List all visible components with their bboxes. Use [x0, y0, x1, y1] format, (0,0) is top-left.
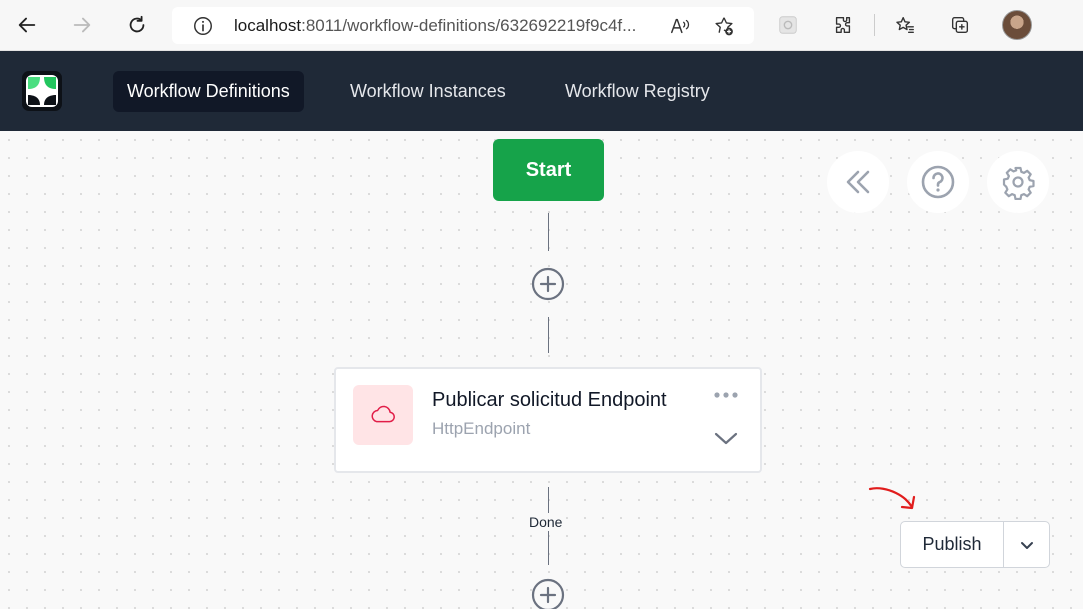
- publish-options-toggle[interactable]: [1004, 522, 1049, 567]
- double-chevron-left-icon: [846, 170, 870, 194]
- start-node[interactable]: Start: [493, 139, 604, 201]
- activity-icon-container: [353, 385, 413, 445]
- browser-toolbar: localhost:8011/workflow-definitions/6326…: [0, 0, 1083, 51]
- puzzle-icon[interactable]: [830, 12, 856, 38]
- settings-button[interactable]: [987, 151, 1049, 213]
- help-button[interactable]: [907, 151, 969, 213]
- activity-title: Publicar solicitud Endpoint: [432, 389, 667, 411]
- activity-type: HttpEndpoint: [432, 419, 531, 438]
- star-add-icon[interactable]: [712, 14, 736, 38]
- forward-icon[interactable]: [67, 10, 97, 40]
- nav-workflow-definitions[interactable]: Workflow Definitions: [113, 71, 304, 112]
- annotation-arrow-icon: [868, 487, 916, 510]
- outcome-label: Done: [526, 513, 566, 531]
- connector-line: [548, 317, 549, 353]
- add-activity-icon[interactable]: [531, 578, 565, 609]
- chevron-down-icon: [1020, 541, 1033, 549]
- address-bar[interactable]: localhost:8011/workflow-definitions/6326…: [172, 7, 754, 44]
- connector-line: [548, 213, 549, 251]
- app-header: Workflow Definitions Workflow Instances …: [0, 51, 1083, 131]
- url-host: localhost: [234, 16, 302, 35]
- add-activity-icon[interactable]: [531, 267, 565, 301]
- gear-icon: [1002, 166, 1035, 200]
- publish-button-group: Publish: [900, 521, 1050, 568]
- extension-disabled-icon[interactable]: [775, 12, 801, 38]
- cloud-icon: [371, 405, 395, 423]
- toolbar-divider: [874, 14, 875, 36]
- question-circle-icon: [921, 165, 955, 199]
- nav-workflow-registry[interactable]: Workflow Registry: [551, 71, 724, 112]
- collections-icon[interactable]: [947, 12, 973, 38]
- favorites-icon[interactable]: [892, 12, 918, 38]
- designer-canvas[interactable]: Start Publicar solicitud Endpoint HttpEn…: [0, 131, 1083, 609]
- nav-workflow-instances[interactable]: Workflow Instances: [336, 71, 520, 112]
- collapse-panel-button[interactable]: [827, 151, 889, 213]
- url-path: :8011/workflow-definitions/632692219f9c4…: [301, 16, 637, 35]
- elsa-logo: [22, 71, 62, 111]
- avatar[interactable]: [1002, 10, 1032, 40]
- info-icon[interactable]: [192, 15, 214, 37]
- more-dots-icon[interactable]: [712, 383, 740, 409]
- chevron-down-icon[interactable]: [713, 427, 739, 449]
- url-text: localhost:8011/workflow-definitions/6326…: [234, 16, 636, 36]
- read-aloud-icon[interactable]: [668, 14, 692, 38]
- back-icon[interactable]: [12, 10, 42, 40]
- reload-icon[interactable]: [122, 10, 152, 40]
- publish-button[interactable]: Publish: [901, 522, 1004, 567]
- activity-card[interactable]: Publicar solicitud Endpoint HttpEndpoint: [334, 367, 762, 473]
